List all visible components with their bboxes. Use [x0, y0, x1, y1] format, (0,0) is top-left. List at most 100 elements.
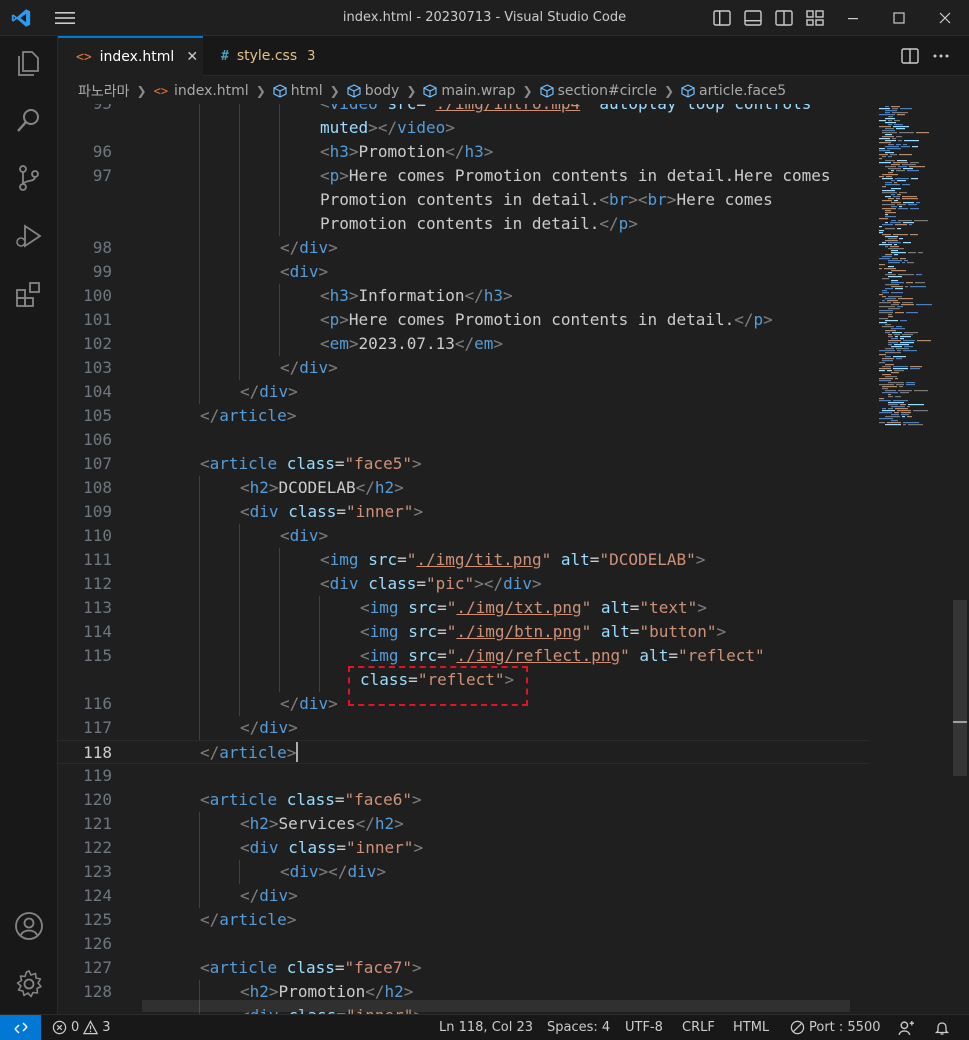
indentation[interactable]: Spaces: 4	[547, 1020, 610, 1035]
code-line[interactable]: 105 </article>	[58, 404, 869, 428]
toggle-secondary-sidebar-icon[interactable]	[774, 8, 794, 28]
code-line[interactable]: 127 <article class="face7">	[58, 956, 869, 980]
close-tab-icon[interactable]: ✕	[186, 49, 198, 65]
more-actions-icon[interactable]	[931, 46, 951, 66]
problems-indicator[interactable]: 0 3	[52, 1020, 111, 1035]
minimap-line	[885, 352, 901, 354]
tab-style-css[interactable]: # style.css 3	[203, 36, 345, 76]
code-line[interactable]: 100 <h3>Information</h3>	[58, 284, 869, 308]
breadcrumb-symbol-section[interactable]: section#circle	[539, 83, 657, 99]
run-and-debug-icon[interactable]	[13, 220, 45, 252]
code-editor[interactable]: 95 <video src="./img/intro.mp4" autoplay …	[58, 104, 969, 1014]
horizontal-scrollbar-thumb[interactable]	[142, 1000, 850, 1012]
code-line[interactable]: Promotion contents in detail.</p>	[58, 212, 869, 236]
code-line[interactable]: 108 <h2>DCODELAB</h2>	[58, 476, 869, 500]
breadcrumb-symbol-html[interactable]: html	[273, 83, 323, 99]
code-line[interactable]: 115 <img src="./img/reflect.png" alt="ref…	[58, 644, 869, 668]
feedback-icon[interactable]	[898, 1020, 915, 1037]
code-line[interactable]: 98 </div>	[58, 236, 869, 260]
activity-bar	[0, 36, 58, 1014]
minimap-line	[894, 124, 903, 126]
code-line[interactable]: 125 </article>	[58, 908, 869, 932]
breadcrumb-symbol-body[interactable]: body	[347, 83, 399, 99]
notifications-bell-icon[interactable]	[934, 1020, 950, 1036]
minimap-line	[891, 338, 898, 340]
code-line[interactable]: 121 <h2>Services</h2>	[58, 812, 869, 836]
minimap-line	[885, 364, 894, 366]
code-line[interactable]: 123 <div></div>	[58, 860, 869, 884]
customize-layout-icon[interactable]	[805, 8, 825, 28]
code-line[interactable]: 97 <p>Here comes Promotion contents in de…	[58, 164, 869, 188]
code-line[interactable]: 118 </article>	[58, 740, 869, 764]
source-control-icon[interactable]	[13, 162, 45, 194]
minimap-line	[882, 156, 886, 158]
html-file-icon: <>	[153, 83, 169, 98]
code-line[interactable]: 95 <video src="./img/intro.mp4" autoplay …	[58, 104, 869, 116]
minimap-line	[885, 182, 892, 184]
minimap-line	[879, 362, 885, 364]
code-line[interactable]: 113 <img src="./img/txt.png" alt="text">	[58, 596, 869, 620]
code-line[interactable]: 120 <article class="face6">	[58, 788, 869, 812]
code-line[interactable]: 99 <div>	[58, 260, 869, 284]
symbol-cube-icon	[681, 83, 695, 98]
tab-index-html[interactable]: <> index.html ✕	[58, 36, 203, 76]
minimap-line	[896, 358, 902, 360]
language-mode[interactable]: HTML	[733, 1020, 769, 1035]
code-line[interactable]: 110 <div>	[58, 524, 869, 548]
encoding[interactable]: UTF-8	[625, 1020, 663, 1035]
toggle-panel-icon[interactable]	[743, 8, 763, 28]
accounts-icon[interactable]	[13, 910, 45, 942]
code-line[interactable]: 106	[58, 428, 869, 452]
code-line[interactable]: 119	[58, 764, 869, 788]
manage-gear-icon[interactable]	[13, 968, 45, 1000]
code-line[interactable]: 124 </div>	[58, 884, 869, 908]
vertical-scrollbar-thumb[interactable]	[953, 600, 967, 776]
code-line[interactable]: 96 <h3>Promotion</h3>	[58, 140, 869, 164]
minimap-line	[894, 182, 897, 184]
minimap-line	[910, 208, 919, 210]
code-line[interactable]: 111 <img src="./img/tit.png" alt="DCODELA…	[58, 548, 869, 572]
toggle-primary-sidebar-icon[interactable]	[712, 8, 732, 28]
code-line[interactable]: muted></video>	[58, 116, 869, 140]
search-icon[interactable]	[13, 104, 45, 136]
code-area[interactable]: 95 <video src="./img/intro.mp4" autoplay …	[58, 104, 969, 1014]
remote-indicator[interactable]	[0, 1015, 41, 1040]
css-file-icon: #	[221, 48, 229, 64]
minimap-line	[898, 208, 908, 210]
code-line[interactable]: 103 </div>	[58, 356, 869, 380]
code-line[interactable]: 114 <img src="./img/btn.png" alt="button"…	[58, 620, 869, 644]
live-server-port[interactable]: Port : 5500	[790, 1020, 881, 1035]
minimap-line	[891, 328, 905, 330]
minimize-icon[interactable]	[830, 6, 876, 30]
code-line[interactable]: 102 <em>2023.07.13</em>	[58, 332, 869, 356]
minimap-line	[898, 140, 902, 142]
minimap-line	[904, 260, 908, 262]
extensions-icon[interactable]	[13, 278, 45, 310]
code-line[interactable]: 107 <article class="face5">	[58, 452, 869, 476]
breadcrumb-symbol-main[interactable]: main.wrap	[423, 83, 516, 99]
code-line[interactable]: 112 <div class="pic"></div>	[58, 572, 869, 596]
code-line[interactable]: 109 <div class="inner">	[58, 500, 869, 524]
minimap-line	[888, 382, 904, 384]
end-of-line[interactable]: CRLF	[682, 1020, 715, 1035]
code-text: <h2>DCODELAB</h2>	[240, 478, 404, 497]
code-line[interactable]: 104 </div>	[58, 380, 869, 404]
close-window-icon[interactable]	[922, 6, 968, 30]
code-line[interactable]: 101 <p>Here comes Promotion contents in d…	[58, 308, 869, 332]
split-editor-icon[interactable]	[900, 46, 920, 66]
maximize-icon[interactable]	[876, 6, 922, 30]
hamburger-menu-icon[interactable]	[54, 8, 76, 28]
breadcrumb-folder[interactable]: 파노라마	[78, 81, 130, 101]
minimap-line	[902, 196, 917, 198]
breadcrumb-file[interactable]: <> index.html	[154, 83, 249, 99]
code-line[interactable]: 117 </div>	[58, 716, 869, 740]
code-line[interactable]: Promotion contents in detail.<br><br>Her…	[58, 188, 869, 212]
code-line[interactable]: 122 <div class="inner">	[58, 836, 869, 860]
breadcrumb-symbol-article[interactable]: article.face5	[681, 83, 786, 99]
code-text: <img src="./img/reflect.png" alt="reflec…	[360, 646, 765, 665]
code-text: <h2>Services</h2>	[240, 814, 404, 833]
code-line[interactable]: 126	[58, 932, 869, 956]
explorer-icon[interactable]	[13, 46, 45, 78]
minimap[interactable]	[871, 104, 969, 1014]
cursor-position[interactable]: Ln 118, Col 23	[439, 1020, 533, 1035]
